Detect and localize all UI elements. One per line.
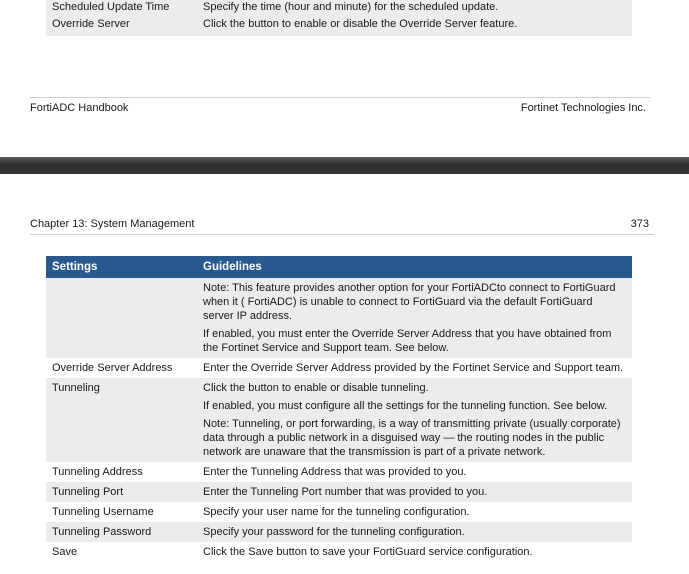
setting-guidelines: Specify your password for the tunneling … [197, 525, 632, 539]
table-row: Tunneling Username Specify your user nam… [46, 502, 632, 522]
settings-table: Settings Guidelines Note: This feature p… [46, 256, 632, 562]
header-divider [30, 234, 654, 235]
table-row: Save Click the Save button to save your … [46, 542, 632, 562]
setting-guidelines: Click the Save button to save your Forti… [197, 545, 632, 559]
table-row: Scheduled Update Time Specify the time (… [46, 0, 632, 17]
setting-guidelines: Enter the Tunneling Port number that was… [197, 485, 632, 499]
settings-table-continued: Scheduled Update Time Specify the time (… [46, 0, 632, 36]
page-gutter [0, 157, 689, 174]
setting-guideline: Specify the time (hour and minute) for t… [203, 1, 499, 13]
setting-name: Scheduled Update Time [52, 1, 170, 13]
setting-name: Override Server [52, 18, 130, 30]
setting-guidelines: Enter the Override Server Address provid… [197, 361, 632, 375]
setting-name: Tunneling Username [52, 506, 154, 518]
column-header-guidelines: Guidelines [203, 261, 262, 273]
setting-name: Save [52, 546, 78, 558]
table-row: Note: This feature provides another opti… [46, 278, 632, 358]
table-row: Override Server Address Enter the Overri… [46, 358, 632, 378]
guideline-paragraph: Enter the Tunneling Port number that was… [203, 486, 488, 498]
guideline-paragraph: If enabled, you must configure all the s… [203, 400, 608, 412]
chapter-header: Chapter 13: System Management [30, 218, 195, 230]
table-header: Settings Guidelines [46, 256, 632, 278]
table-row: Tunneling Password Specify your password… [46, 522, 632, 542]
guideline-paragraph: Click the Save button to save your Forti… [203, 546, 533, 558]
setting-name: Tunneling Port [52, 486, 124, 498]
setting-guidelines: Enter the Tunneling Address that was pro… [197, 465, 632, 479]
guideline-paragraph: Note: This feature provides another opti… [203, 282, 616, 322]
guideline-paragraph: Enter the Override Server Address provid… [203, 362, 624, 374]
page-top: Scheduled Update Time Specify the time (… [0, 0, 689, 157]
footer-company: Fortinet Technologies Inc. [520, 102, 646, 114]
setting-name: Tunneling Password [52, 526, 152, 538]
page-bottom: Chapter 13: System Management 373 Settin… [0, 174, 689, 574]
table-row: Tunneling Address Enter the Tunneling Ad… [46, 462, 632, 482]
table-row: Override Server Click the button to enab… [46, 17, 632, 36]
setting-name: Tunneling [52, 382, 100, 394]
footer-book-title: FortiADC Handbook [30, 102, 129, 114]
guideline-paragraph: If enabled, you must enter the Override … [203, 328, 612, 354]
setting-guidelines: Note: This feature provides another opti… [197, 281, 632, 355]
table-row: Tunneling Click the button to enable or … [46, 378, 632, 462]
setting-guidelines: Specify your user name for the tunneling… [197, 505, 632, 519]
setting-name: Tunneling Address [52, 466, 143, 478]
guideline-paragraph: Click the button to enable or disable tu… [203, 382, 429, 394]
column-header-settings: Settings [52, 261, 98, 273]
guideline-paragraph: Specify your user name for the tunneling… [203, 506, 470, 518]
table-row: Tunneling Port Enter the Tunneling Port … [46, 482, 632, 502]
guideline-paragraph: Enter the Tunneling Address that was pro… [203, 466, 467, 478]
footer-divider [30, 97, 650, 98]
setting-guideline: Click the button to enable or disable th… [203, 18, 518, 30]
setting-name [46, 281, 197, 355]
setting-name: Override Server Address [52, 362, 173, 374]
page-number: 373 [630, 218, 649, 230]
setting-guidelines: Click the button to enable or disable tu… [197, 381, 632, 459]
guideline-paragraph: Note: Tunneling, or port forwarding, is … [203, 418, 621, 458]
guideline-paragraph: Specify your password for the tunneling … [203, 526, 465, 538]
